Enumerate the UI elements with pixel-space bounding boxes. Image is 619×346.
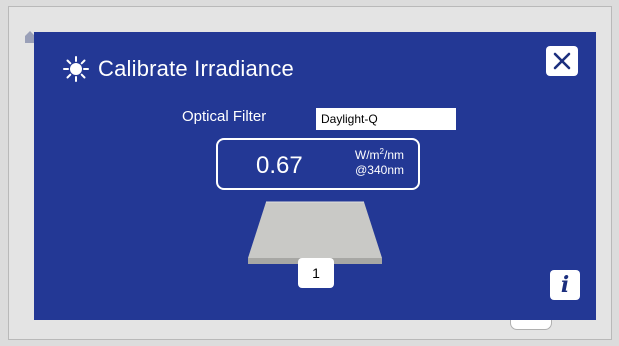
info-icon: i [560,272,570,298]
optical-filter-label: Optical Filter [182,108,267,125]
dialog-title: Calibrate Irradiance [98,56,294,81]
sun-icon [63,56,89,82]
close-icon [553,52,571,70]
info-button[interactable]: i [550,270,580,300]
sample-position-button[interactable]: 1 [298,258,334,288]
optical-filter-field[interactable]: Daylight-Q [316,108,456,130]
unit-wavelength: @340nm [355,163,404,177]
irradiance-unit: W/m2/nm @340nm [355,148,404,178]
sample-position-number: 1 [312,265,320,281]
irradiance-value: 0.67 [256,152,303,179]
calibrate-dialog: Calibrate Irradiance Optical Filter Dayl… [34,32,596,320]
close-button[interactable] [546,46,578,76]
irradiance-reading: 0.67 W/m2/nm @340nm [216,138,420,190]
dialog-header: Calibrate Irradiance [62,52,294,86]
unit-suffix: /nm [383,148,404,162]
unit-prefix: W/m [354,148,380,162]
